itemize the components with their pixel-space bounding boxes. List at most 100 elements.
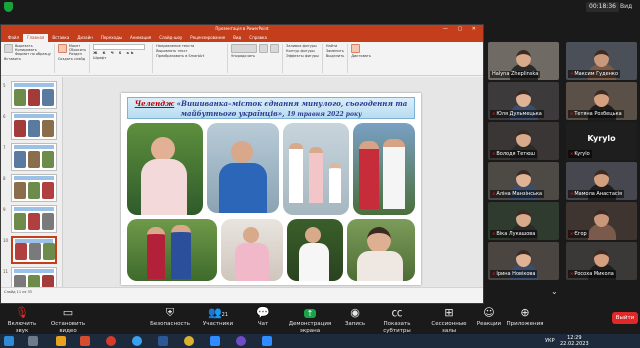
breakout-rooms-button[interactable]: ⊞ Сессионные залы (426, 306, 472, 335)
search-icon[interactable] (28, 336, 38, 346)
start-button-icon[interactable] (4, 336, 14, 346)
dictate-button[interactable]: Диктовать (351, 54, 371, 58)
participant-tile[interactable]: ✕Тетяна Розбецька (566, 82, 637, 120)
slide-thumbnail[interactable] (11, 174, 57, 202)
current-slide[interactable]: Челендж «Вишиванка–місток єднання минуло… (121, 93, 421, 285)
zoom-taskbar-icon[interactable] (210, 336, 220, 346)
participant-tile[interactable]: Halyna Zheplinska (488, 42, 559, 80)
ribbon-group-shape-format: Заливка фигуры Контур фигуры Эффекты фиг… (286, 44, 323, 73)
clock-date: 22.02.2023 (560, 341, 589, 347)
replace-button[interactable]: Заменить (326, 49, 344, 53)
ppt-tab[interactable]: Дизайн (73, 34, 97, 42)
ppt-taskbar-icon[interactable] (80, 336, 90, 346)
window-controls[interactable]: — ▢ ✕ (443, 25, 480, 33)
participant-video-face (516, 130, 531, 147)
ppt-tab[interactable]: Слайд-шоу (155, 34, 186, 42)
security-button[interactable]: ⛨ Безопасность (150, 306, 190, 328)
participant-tile[interactable]: ✕Аліна Манзінська (488, 162, 559, 200)
apps-button[interactable]: ⊕ Приложения (506, 306, 544, 328)
slide-thumbnail[interactable] (11, 112, 57, 140)
zoom-2-icon[interactable] (262, 336, 272, 346)
participant-video-face (594, 50, 609, 67)
cc-icon: ㏄ (391, 306, 403, 319)
participant-tile[interactable]: Kyrylo ✕Kyrylo (566, 122, 637, 160)
file-explorer-icon[interactable] (56, 336, 66, 346)
ppt-tab[interactable]: Вид (229, 34, 245, 42)
participant-name-text: Kyrylo (574, 151, 590, 157)
word-icon[interactable] (158, 336, 168, 346)
ppt-tab[interactable]: Главная (23, 34, 49, 42)
unmute-button[interactable]: 🎙 Включить звук (4, 306, 40, 335)
keyboard-language[interactable]: УКР (545, 338, 555, 344)
find-button[interactable]: Найти (326, 44, 344, 48)
shape-outline-button[interactable]: Контур фигуры (286, 49, 319, 53)
ppt-tab[interactable]: Рецензирование (186, 34, 229, 42)
format-painter-button[interactable]: Формат по образцу (15, 52, 51, 56)
align-text-button[interactable]: Выровнять текст (156, 49, 224, 53)
participant-name: ✕Єгор (568, 230, 589, 238)
participant-name: ✕Максим Гуденко (568, 70, 621, 78)
captions-button[interactable]: ㏄ Показать субтитры (372, 306, 422, 335)
participant-name-text: Мамола Анастасія (574, 191, 623, 197)
font-name-field[interactable] (93, 44, 146, 50)
participant-tile[interactable]: ✕Максим Гуденко (566, 42, 637, 80)
participant-name: ✕Росоха Микола (568, 270, 616, 278)
participant-tile[interactable]: ✕Мамола Анастасія (566, 162, 637, 200)
microphone-icon[interactable] (351, 44, 361, 53)
ppt-tab[interactable]: Вставка (48, 34, 73, 42)
shape-effects-button[interactable]: Эффекты фигуры (286, 54, 319, 58)
participant-video-face (594, 170, 609, 187)
system-clock[interactable]: 12:29 22.02.2023 (560, 335, 589, 347)
participant-tile[interactable]: ✕Віка Лукашова (488, 202, 559, 240)
participant-video-face (594, 210, 609, 227)
slide-thumbnail[interactable] (11, 205, 57, 233)
thumbnail-number: 8 (3, 176, 6, 181)
participant-tile[interactable]: ✕Росоха Микола (566, 242, 637, 280)
font-style-buttons[interactable]: Ж К Ч S ab (93, 51, 149, 55)
participant-tile[interactable]: ✕Володя Тетюш (488, 122, 559, 160)
slide-thumbnail[interactable] (11, 143, 57, 171)
ppt-tab[interactable]: Файл (4, 34, 23, 42)
participant-video-face (516, 170, 531, 187)
arrange-icon[interactable] (259, 44, 269, 53)
participant-name: ✕Аліна Манзінська (490, 190, 545, 198)
arrange-button[interactable]: Упорядочить (231, 54, 279, 58)
shape-fill-button[interactable]: Заливка фигуры (286, 44, 319, 48)
participant-tile[interactable]: ✕Ірина Новікова (488, 242, 559, 280)
participant-tile[interactable]: ✕Юля Дульмецька (488, 82, 559, 120)
security-shield-icon[interactable] (4, 2, 13, 12)
stop-video-button[interactable]: ▭ Остановить видео (44, 306, 92, 335)
participants-button[interactable]: 👥21 Участники (198, 306, 238, 328)
ppt-tab[interactable]: Справка (245, 34, 271, 42)
opera-icon[interactable] (106, 336, 116, 346)
ppt-tab[interactable]: Переходы (97, 34, 126, 42)
viber-icon[interactable] (236, 336, 246, 346)
shapes-gallery[interactable] (231, 44, 258, 53)
text-direction-button[interactable]: Направление текста (156, 44, 224, 48)
record-button[interactable]: ◉ Запись (342, 306, 368, 328)
gallery-next-page-icon[interactable]: ⌄ (551, 287, 558, 296)
view-button[interactable]: Вид (620, 2, 632, 12)
participant-tile[interactable]: ✕Єгор (566, 202, 637, 240)
thumbnail-number: 11 (3, 269, 9, 274)
slide-thumbnail[interactable] (11, 81, 57, 109)
paste-button[interactable]: Вставить (4, 57, 51, 61)
slide-thumbnail[interactable] (11, 236, 57, 264)
chrome-icon[interactable] (132, 336, 142, 346)
slide-counter: Слайд 11 из 33 (4, 290, 32, 294)
paste-icon[interactable] (4, 44, 13, 53)
leave-meeting-button[interactable]: Выйти (612, 312, 638, 324)
new-slide-button[interactable]: Создать слайд (58, 57, 86, 61)
chrome-2-icon[interactable] (184, 336, 194, 346)
section-button[interactable]: Раздел (69, 52, 86, 56)
ppt-tab[interactable]: Анимация (126, 34, 155, 42)
participant-video-face (516, 50, 531, 67)
share-screen-button[interactable]: ↑ Демонстрация экрана (282, 306, 338, 335)
smartart-button[interactable]: Преобразовать в SmartArt (156, 54, 224, 58)
reactions-button[interactable]: ☺ Реакции (476, 306, 502, 328)
quick-styles-icon[interactable] (270, 44, 280, 53)
chat-button[interactable]: 💬 Чат (252, 306, 274, 328)
new-slide-icon[interactable] (57, 44, 67, 53)
select-button[interactable]: Выделить (326, 54, 344, 58)
slide-thumbnails-pane[interactable]: 5 6 7 8 9 10 11 (1, 77, 63, 295)
